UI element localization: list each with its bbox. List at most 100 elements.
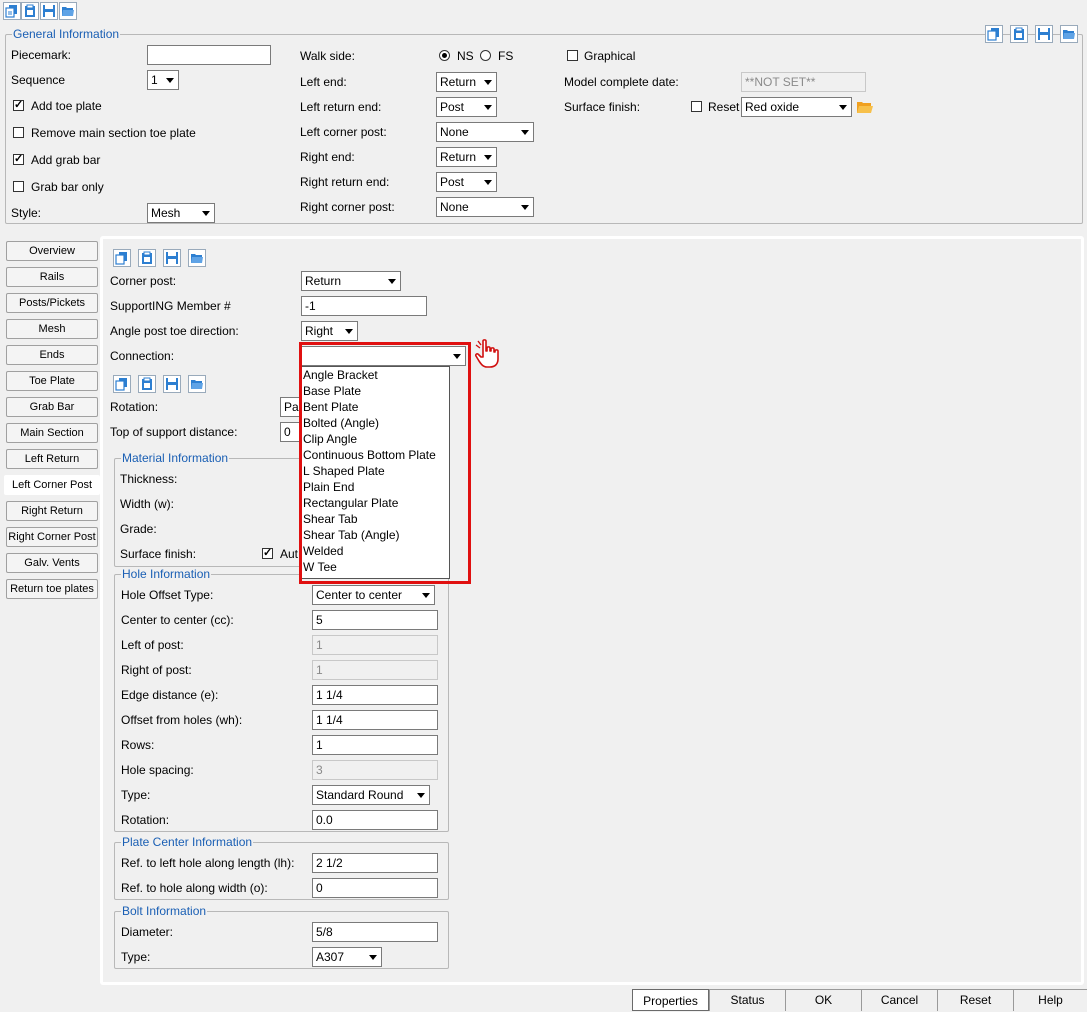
chevron-down-icon	[516, 123, 533, 141]
bolt-type-label: Type:	[121, 950, 151, 964]
save-icon	[166, 378, 178, 390]
hole-offset-type-select[interactable]: Center to center	[312, 585, 435, 605]
tab-rails[interactable]: Rails	[6, 267, 98, 287]
tab-ends[interactable]: Ends	[6, 345, 98, 365]
left-return-end-value: Post	[440, 100, 465, 114]
save-icon	[166, 252, 178, 264]
tab-toe-plate[interactable]: Toe Plate	[6, 371, 98, 391]
sequence-select[interactable]: 1	[147, 70, 179, 90]
remove-toe-plate-checkbox[interactable]	[13, 127, 24, 138]
copy-icon	[115, 252, 127, 265]
general-information-title: General Information	[12, 27, 121, 41]
width-label: Width (w):	[120, 497, 174, 511]
diameter-input[interactable]: 5/8	[312, 922, 438, 942]
walk-side-ns-radio[interactable]	[439, 50, 450, 61]
tab-right-corner-post[interactable]: Right Corner Post	[6, 527, 98, 547]
tab-right-return[interactable]: Right Return	[6, 501, 98, 521]
bolt-type-value: A307	[316, 950, 345, 964]
tab-mesh[interactable]: Mesh	[6, 319, 98, 339]
corner-post-select[interactable]: Return	[301, 271, 401, 291]
tab-overview[interactable]: Overview	[6, 241, 98, 261]
left-end-label: Left end:	[300, 75, 347, 89]
rows-input[interactable]: 1	[312, 735, 438, 755]
grade-label: Grade:	[120, 522, 157, 536]
left-return-end-select[interactable]: Post	[436, 97, 497, 117]
tab-left-corner-post[interactable]: Left Corner Post	[4, 475, 100, 495]
add-toe-plate-checkbox[interactable]: ✓	[13, 100, 24, 111]
lh-input[interactable]: 2 1/2	[312, 853, 438, 873]
piecemark-input[interactable]	[147, 45, 271, 65]
tab-left-return[interactable]: Left Return	[6, 449, 98, 469]
hole-spacing-input[interactable]: 3	[312, 760, 438, 780]
copy-button[interactable]	[3, 2, 21, 20]
tab-return-toe-plates[interactable]: Return toe plates	[6, 579, 98, 599]
status-button[interactable]: Status	[709, 989, 785, 1011]
panel-open-button[interactable]	[188, 249, 206, 267]
grab-bar-only-checkbox[interactable]	[13, 181, 24, 192]
walk-side-fs-radio[interactable]	[480, 50, 491, 61]
right-of-post-input[interactable]: 1	[312, 660, 438, 680]
connection-copy-button[interactable]	[113, 375, 131, 393]
lh-label: Ref. to left hole along length (lh):	[121, 856, 295, 870]
cancel-button[interactable]: Cancel	[861, 989, 937, 1011]
auto-checkbox[interactable]: ✓	[262, 548, 273, 559]
graphical-checkbox[interactable]	[567, 50, 578, 61]
general-open-button[interactable]	[1060, 25, 1078, 43]
right-return-end-select[interactable]: Post	[436, 172, 497, 192]
chevron-down-icon	[412, 786, 429, 804]
connection-save-button[interactable]	[163, 375, 181, 393]
right-corner-post-select[interactable]: None	[436, 197, 534, 217]
panel-paste-button[interactable]	[138, 249, 156, 267]
left-of-post-input[interactable]: 1	[312, 635, 438, 655]
ok-button[interactable]: OK	[785, 989, 861, 1011]
style-select[interactable]: Mesh	[147, 203, 215, 223]
reset-checkbox[interactable]	[691, 101, 702, 112]
tab-grab-bar[interactable]: Grab Bar	[6, 397, 98, 417]
connection-open-button[interactable]	[188, 375, 206, 393]
hand-cursor-icon	[474, 338, 502, 370]
help-button[interactable]: Help	[1013, 989, 1087, 1011]
reset-button[interactable]: Reset	[937, 989, 1013, 1011]
o-input[interactable]: 0	[312, 878, 438, 898]
chevron-down-icon	[340, 322, 357, 340]
tab-main-section[interactable]: Main Section	[6, 423, 98, 443]
copy-icon	[5, 5, 17, 18]
supporting-member-input[interactable]: -1	[301, 296, 427, 316]
right-corner-post-value: None	[440, 200, 469, 214]
panel-copy-button[interactable]	[113, 249, 131, 267]
graphical-label: Graphical	[584, 49, 636, 63]
right-end-select[interactable]: Return	[436, 147, 497, 167]
save-button[interactable]	[40, 2, 58, 20]
panel-save-button[interactable]	[163, 249, 181, 267]
paste-button[interactable]	[21, 2, 39, 20]
corner-post-label: Corner post:	[110, 274, 177, 288]
tab-galv-vents[interactable]: Galv. Vents	[6, 553, 98, 573]
reset-label: Reset	[708, 100, 740, 114]
left-corner-post-select[interactable]: None	[436, 122, 534, 142]
hole-type-select[interactable]: Standard Round	[312, 785, 430, 805]
hole-rotation-input[interactable]: 0.0	[312, 810, 438, 830]
cc-input[interactable]: 5	[312, 610, 438, 630]
angle-toe-select[interactable]: Right	[301, 321, 358, 341]
general-save-button[interactable]	[1035, 25, 1053, 43]
general-paste-button[interactable]	[1010, 25, 1028, 43]
model-complete-input[interactable]: **NOT SET**	[741, 72, 866, 92]
right-end-value: Return	[440, 150, 477, 164]
left-end-select[interactable]: Return	[436, 72, 497, 92]
style-label: Style:	[11, 206, 42, 220]
bolt-type-select[interactable]: A307	[312, 947, 382, 967]
offset-from-holes-input[interactable]: 1 1/4	[312, 710, 438, 730]
right-corner-post-label: Right corner post:	[300, 200, 395, 214]
bolt-information-title: Bolt Information	[121, 904, 208, 918]
surface-finish-browse-button[interactable]	[856, 98, 874, 116]
hole-offset-type-label: Hole Offset Type:	[121, 588, 214, 602]
surface-finish-select[interactable]: Red oxide	[741, 97, 852, 117]
general-copy-button[interactable]	[985, 25, 1003, 43]
properties-button[interactable]: Properties	[632, 989, 709, 1011]
edge-distance-input[interactable]: 1 1/4	[312, 685, 438, 705]
connection-paste-button[interactable]	[138, 375, 156, 393]
add-grab-bar-checkbox[interactable]: ✓	[13, 154, 24, 165]
tab-posts-pickets[interactable]: Posts/Pickets	[6, 293, 98, 313]
open-button[interactable]	[59, 2, 77, 20]
supporting-member-label: SupportING Member #	[110, 299, 231, 313]
